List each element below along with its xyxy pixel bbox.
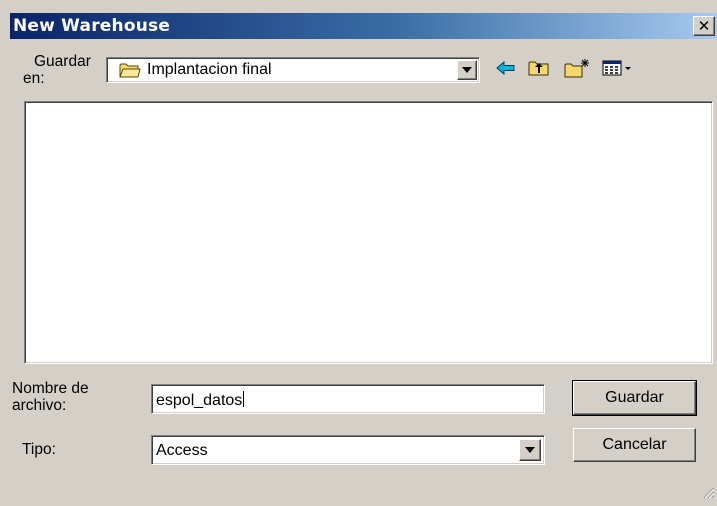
new-folder-button[interactable] [563,58,591,83]
up-folder-icon [528,59,550,82]
filename-label: Nombre de archivo: [12,380,89,414]
title-bar[interactable]: New Warehouse ✕ [10,13,717,39]
filename-label-line2: archivo: [12,397,67,414]
filetype-select[interactable]: Access [151,435,545,465]
save-button[interactable]: Guardar [572,380,697,416]
filename-value-wrap: espol_datos [156,391,245,410]
back-arrow-icon [496,60,516,80]
back-button[interactable] [494,59,518,81]
location-combo[interactable]: Implantacion final [106,57,480,83]
location-label-line2: en: [23,70,45,87]
window-title: New Warehouse [13,16,171,36]
filetype-label: Tipo: [22,441,56,458]
location-label-line1: Guardar [34,53,91,70]
folder-icon [119,61,141,84]
up-folder-button[interactable] [527,59,551,81]
resize-grip-icon[interactable] [701,485,715,504]
close-button[interactable]: ✕ [693,16,715,36]
cancel-button[interactable]: Cancelar [573,428,696,462]
view-menu-icon [602,59,634,82]
location-dropdown-button[interactable] [457,60,477,80]
location-value: Implantacion final [147,61,272,78]
filetype-value: Access [156,442,208,459]
new-folder-icon [564,58,590,83]
chevron-down-icon [525,447,535,453]
save-dialog: New Warehouse ✕ Guardar en: Implantacion… [0,0,717,506]
location-label: Guardar en: [23,53,91,87]
close-icon: ✕ [697,16,711,35]
file-list[interactable] [24,101,713,364]
filetype-dropdown-button[interactable] [519,439,541,461]
view-menu-button[interactable] [601,59,635,81]
filename-label-line1: Nombre de [12,380,89,397]
text-caret [243,391,245,407]
filename-value: espol_datos [156,392,243,409]
filename-input[interactable]: espol_datos [151,384,545,414]
chevron-down-icon [462,67,472,73]
